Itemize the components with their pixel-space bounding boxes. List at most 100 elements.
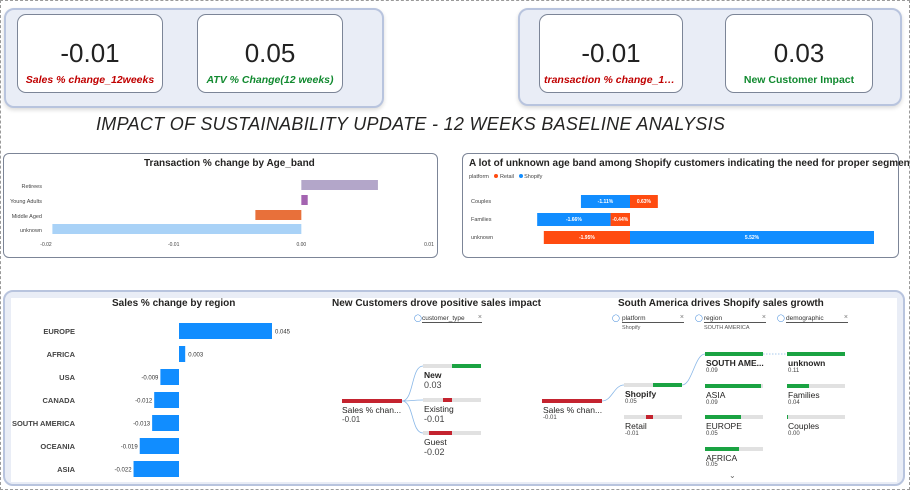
data-label: -0.022 <box>115 468 133 474</box>
data-label: 0.045 <box>275 330 291 336</box>
lightbulb-icon[interactable]: ◯ <box>777 314 785 322</box>
data-label: -1.95% <box>579 235 595 241</box>
tree2-title: South America drives Shopify sales growt… <box>618 298 824 309</box>
tree2-demo-families-label: Families <box>788 390 820 400</box>
bar <box>160 369 179 385</box>
filter-demographic[interactable]: demographic × <box>786 314 848 323</box>
x-tick-label: 0.01 <box>424 242 434 248</box>
kpi-value: 0.03 <box>773 38 825 68</box>
tree1-root-label: Sales % chan... <box>342 405 402 415</box>
close-icon[interactable]: × <box>844 314 848 321</box>
bar <box>152 415 179 431</box>
connector <box>401 400 424 434</box>
tree2-demo-unknown-bar[interactable] <box>787 352 845 356</box>
close-icon[interactable]: × <box>680 314 684 321</box>
bar <box>301 180 378 190</box>
y-tick-label: unknown <box>20 228 42 234</box>
platform-stacked-bar-chart: Couples 0.63% -1.11% Families -0.44% -1.66% un… <box>471 195 874 244</box>
tree2-region-south-america-value: 0.09 <box>706 368 718 374</box>
kpi-label: New Customer Impact <box>743 74 855 86</box>
tree2-region-asia-bar[interactable] <box>705 384 763 388</box>
data-label: 5.52% <box>745 235 760 241</box>
bar <box>301 195 308 205</box>
platform-age-chart-panel[interactable]: A lot of unknown age band among Shopify … <box>462 153 910 258</box>
y-tick-label: unknown <box>471 235 493 241</box>
tree2-demo-unknown-label: unknown <box>788 358 826 368</box>
tree2-root-bar[interactable] <box>542 399 602 403</box>
filter-region[interactable]: region × <box>704 314 766 323</box>
data-label: 0.63% <box>637 199 652 205</box>
tree1-root-bar[interactable] <box>342 399 402 403</box>
data-label: -0.019 <box>121 445 139 451</box>
filter-platform[interactable]: platform × <box>622 314 684 323</box>
data-label: -0.009 <box>141 376 159 382</box>
tree1-node-guest-bar[interactable] <box>423 431 481 435</box>
tree2-root-label: Sales % chan... <box>543 405 603 415</box>
tree2-platform-retail-bar[interactable] <box>624 415 682 419</box>
filter-customer-type[interactable]: customer_type × <box>422 314 482 323</box>
lightbulb-icon[interactable]: ◯ <box>612 314 620 322</box>
x-tick-label: 0.00 <box>296 242 306 248</box>
y-tick-label: SOUTH AMERICA <box>12 419 76 428</box>
data-label: -1.66% <box>566 217 582 223</box>
kpi-label: ATV % Change(12 weeks) <box>206 74 334 86</box>
tree2-platform-shopify-bar[interactable] <box>624 383 682 387</box>
tree2-platform-shopify-value: 0.05 <box>625 399 637 405</box>
tree2-region-europe-bar[interactable] <box>705 415 763 419</box>
lightbulb-icon[interactable]: ◯ <box>695 314 703 322</box>
kpi-label: transaction % change_12w... <box>544 74 682 86</box>
tree1-node-new-bar[interactable] <box>423 364 481 368</box>
y-tick-label: ASIA <box>57 465 76 474</box>
kpi-card-new-customer[interactable]: 0.03 New Customer Impact <box>725 14 873 93</box>
tree2-platform-shopify-label: Shopify <box>625 389 657 399</box>
tree2-demo-couples-bar[interactable] <box>787 415 845 419</box>
y-tick-label: AFRICA <box>47 350 76 359</box>
close-icon[interactable]: × <box>478 314 482 321</box>
filter-label: region <box>704 315 723 322</box>
tree2-platform-retail-label: Retail <box>625 421 647 431</box>
tree2-demo-families-bar[interactable] <box>787 384 845 388</box>
kpi-card-sales-change[interactable]: -0.01 Sales % change_12weeks <box>17 14 163 93</box>
data-label: -0.44% <box>612 217 628 223</box>
tree1-node-existing-bar[interactable] <box>423 398 481 402</box>
y-tick-label: Couples <box>471 199 491 205</box>
close-icon[interactable]: × <box>762 314 766 321</box>
y-tick-label: OCEANIA <box>40 442 75 451</box>
kpi-card-transaction-change[interactable]: -0.01 transaction % change_12w... <box>539 14 683 93</box>
connector <box>681 353 706 386</box>
x-tick-label: -0.01 <box>168 242 180 248</box>
kpi-card-atv-change[interactable]: 0.05 ATV % Change(12 weeks) <box>197 14 343 93</box>
tree2-region-europe-value: 0.05 <box>706 431 718 437</box>
y-tick-label: Middle Aged <box>12 214 42 220</box>
tree2-demo-couples-label: Couples <box>788 421 820 431</box>
y-tick-label: Retirees <box>22 184 43 190</box>
tree2-root-value: -0.01 <box>543 415 557 421</box>
y-tick-label: Young Adults <box>10 199 42 205</box>
page-title: IMPACT OF SUSTAINABILITY UPDATE - 12 WEE… <box>96 114 726 134</box>
y-tick-label: Families <box>471 217 492 223</box>
y-tick-label: USA <box>59 373 75 382</box>
tree2-region-south-america-bar[interactable] <box>705 352 763 356</box>
lightbulb-icon[interactable]: ◯ <box>414 314 422 322</box>
tree2-region-south-america-label: SOUTH AME... <box>706 358 764 368</box>
region-bar-chart[interactable]: EUROPE 0.045 AFRICA 0.003 USA -0.009 CANADA -0.… <box>8 310 328 490</box>
filter-label: customer_type <box>422 315 465 322</box>
tree2-demo-families-value: 0.04 <box>788 400 800 406</box>
age-band-bar-chart: Retirees Young Adults Middle Aged unknown -0… <box>10 180 434 248</box>
bar <box>139 438 179 454</box>
chevron-down-icon[interactable]: ⌄ <box>729 471 736 480</box>
tree1-root-value: -0.01 <box>342 415 361 424</box>
tree2-region-asia-value: 0.09 <box>706 400 718 406</box>
kpi-value: -0.01 <box>60 38 120 68</box>
data-label: -0.012 <box>135 399 153 405</box>
tree1-node-guest-label: Guest <box>424 437 447 447</box>
tree2-region-africa-bar[interactable] <box>705 447 763 451</box>
bar <box>52 224 302 234</box>
filter-label: platform <box>622 315 646 322</box>
tree2-region-africa-value: 0.05 <box>706 462 718 468</box>
age-band-chart-panel[interactable]: Transaction % change by Age_band Retiree… <box>3 153 438 258</box>
filter-region-value: SOUTH AMERICA <box>704 325 750 331</box>
tree1-node-new-value: 0.03 <box>424 380 442 390</box>
tree1-node-new-label: New <box>424 370 442 380</box>
region-chart-title: Sales % change by region <box>112 298 236 309</box>
